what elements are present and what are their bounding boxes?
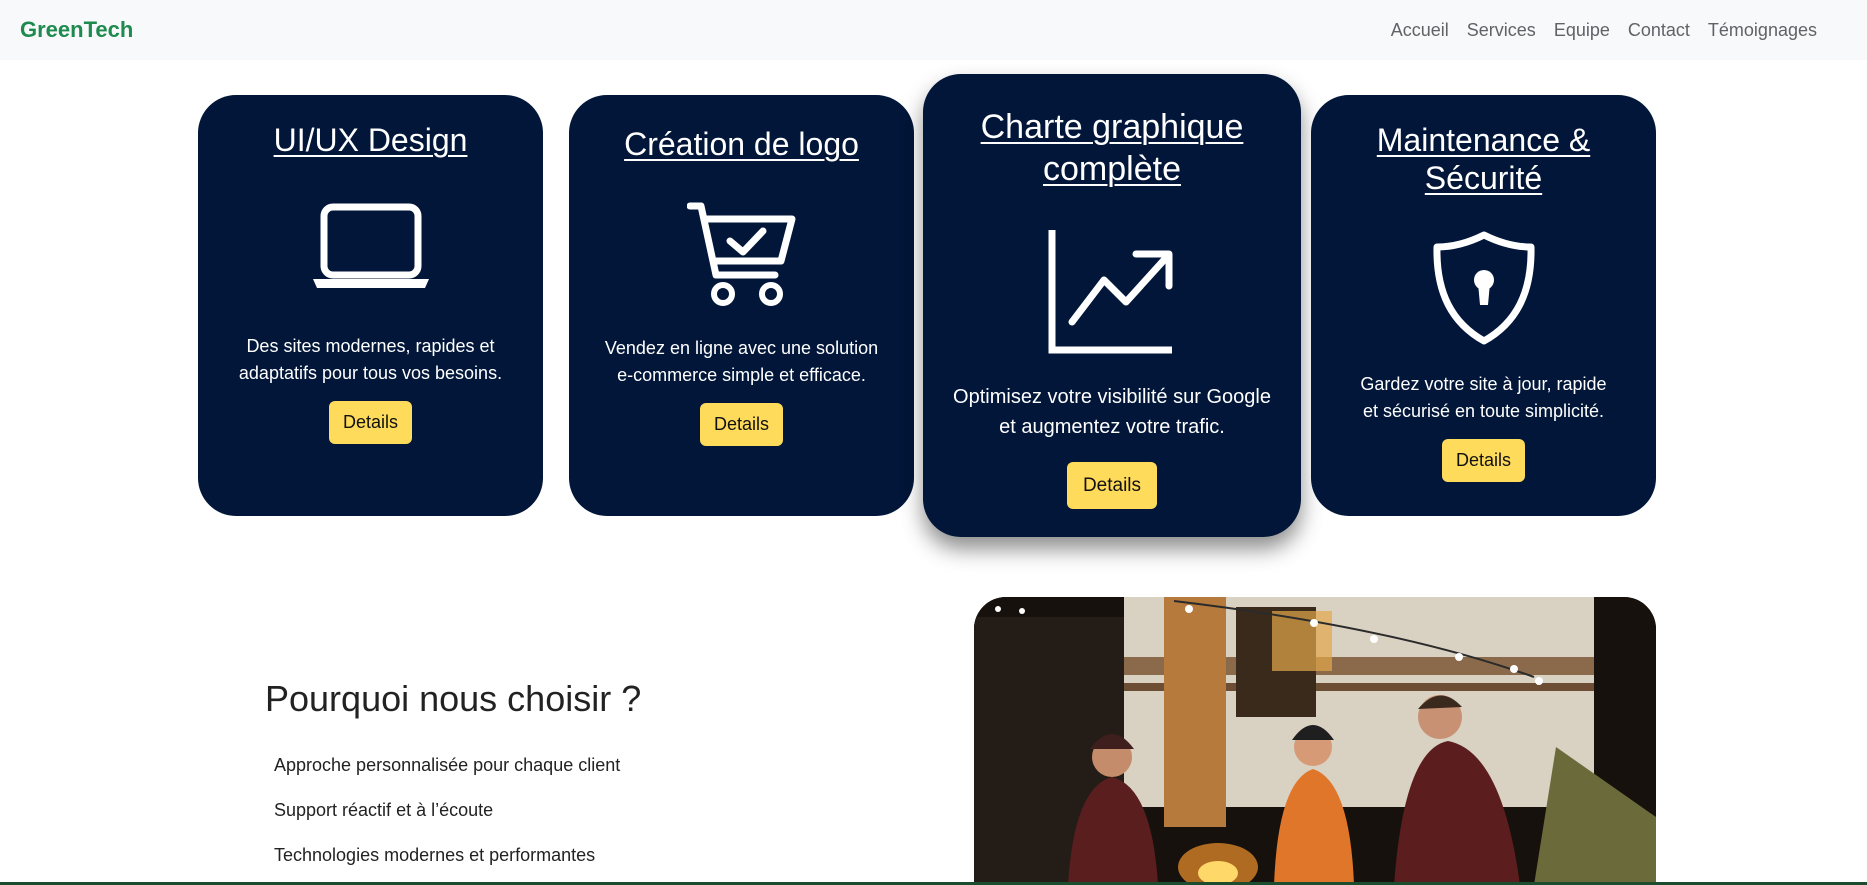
- service-card-logo: Création de logo Vendez en ligne avec un…: [569, 95, 914, 516]
- campfire-photo: [974, 597, 1656, 885]
- laptop-icon: [312, 203, 429, 288]
- nav-link-accueil[interactable]: Accueil: [1382, 20, 1458, 41]
- card-title[interactable]: Maintenance & Sécurité: [1354, 121, 1614, 197]
- card-title[interactable]: Charte graphique complète: [957, 106, 1267, 190]
- list-item: Support réactif et à l’écoute: [274, 800, 494, 820]
- details-button[interactable]: Details: [1066, 462, 1158, 509]
- nav-link-temoignages[interactable]: Témoignages: [1699, 20, 1826, 41]
- brand-logo[interactable]: GreenTech: [20, 17, 133, 43]
- nav-link-services[interactable]: Services: [1458, 20, 1545, 41]
- why-section-title: Pourquoi nous choisir ?: [265, 678, 642, 719]
- photo-illustration: [974, 597, 1656, 885]
- service-card-charte: Charte graphique complète Optimisez votr…: [923, 74, 1301, 537]
- card-description: Optimisez votre visibilité sur Google et…: [953, 386, 1271, 438]
- card-title[interactable]: UI/UX Design: [274, 121, 468, 159]
- nav-link-contact[interactable]: Contact: [1619, 20, 1699, 41]
- card-title[interactable]: Création de logo: [624, 125, 859, 163]
- details-button[interactable]: Details: [328, 401, 413, 444]
- why-list: Approche personnalisée pour chaque clien…: [274, 750, 620, 885]
- trending-chart-icon: [1048, 230, 1173, 354]
- nav-link-equipe[interactable]: Equipe: [1545, 20, 1619, 41]
- details-button[interactable]: Details: [699, 403, 784, 446]
- list-item: Approche personnalisée pour chaque clien…: [274, 755, 621, 775]
- card-description: Des sites modernes, rapides et adaptatif…: [238, 336, 503, 383]
- nav-links: Accueil Services Equipe Contact Témoigna…: [1382, 20, 1826, 41]
- card-description: Gardez votre site à jour, rapide et sécu…: [1360, 374, 1607, 421]
- service-card-maintenance: Maintenance & Sécurité Gardez votre site…: [1311, 95, 1656, 516]
- details-button[interactable]: Details: [1441, 439, 1526, 482]
- navbar: GreenTech Accueil Services Equipe Contac…: [0, 0, 1867, 60]
- shopping-cart-check-icon: [686, 202, 795, 306]
- card-description: Vendez en ligne avec une solution e-comm…: [604, 338, 879, 385]
- shield-lock-icon: [1432, 231, 1535, 345]
- list-item: Technologies modernes et performantes: [274, 845, 596, 865]
- service-card-uiux: UI/UX Design Des sites modernes, rapides…: [198, 95, 543, 516]
